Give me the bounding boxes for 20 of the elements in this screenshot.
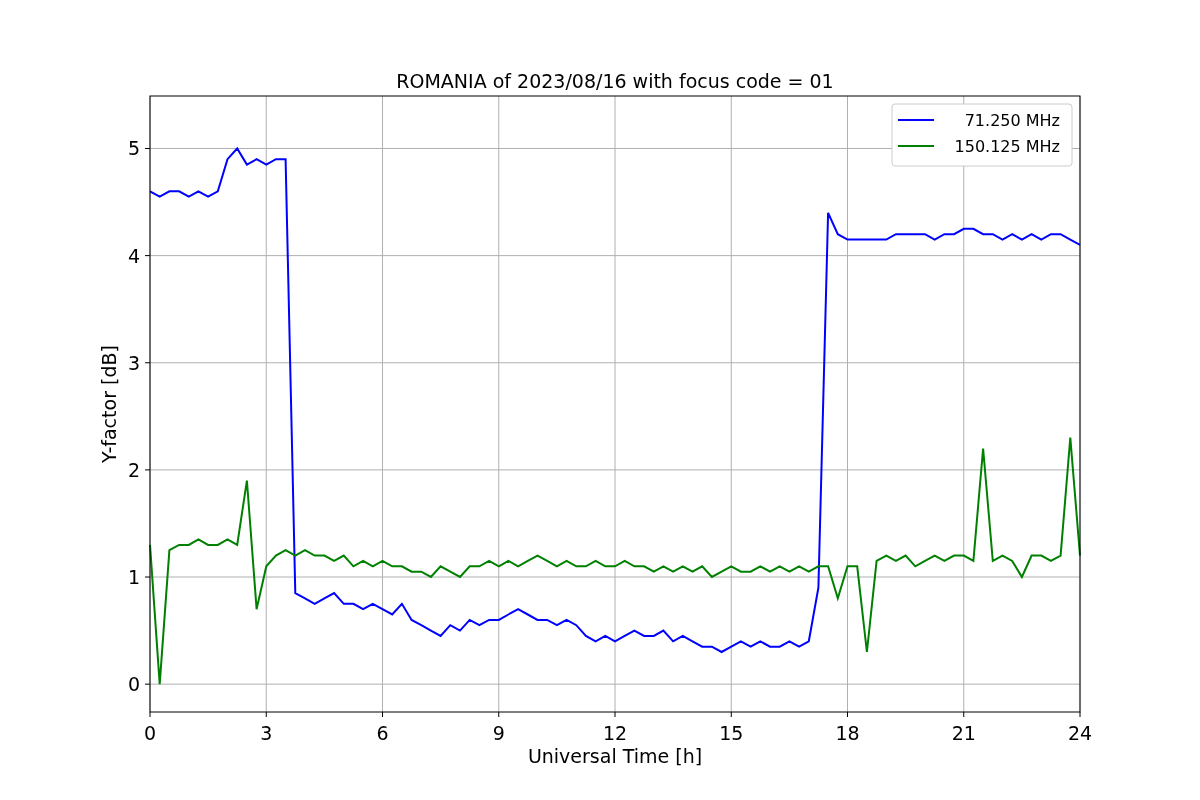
- x-tick-label: 24: [1067, 722, 1093, 744]
- y-tick-label: 0: [127, 673, 140, 696]
- x-tick-label: 6: [376, 722, 389, 744]
- x-axis-label: Universal Time [h]: [527, 745, 703, 767]
- x-tick-label: 18: [835, 722, 860, 744]
- legend-label: 71.250 MHz: [964, 111, 1060, 130]
- x-tick-label: 12: [602, 722, 628, 744]
- y-tick-label: 1: [127, 566, 140, 588]
- y-tick-label: 3: [127, 351, 140, 374]
- x-tick-label: 9: [492, 722, 505, 744]
- x-tick-label: 0: [143, 722, 157, 744]
- y-tick-label: 2: [127, 458, 140, 481]
- x-tick-label: 21: [951, 722, 976, 744]
- y-tick-label: 4: [127, 244, 140, 267]
- legend-label: 150.125 MHz: [954, 137, 1060, 156]
- x-tick-label: 15: [719, 722, 744, 744]
- chart-title: ROMANIA of 2023/08/16 with focus code = 01: [396, 70, 834, 92]
- y-tick-label: 5: [127, 137, 140, 160]
- x-tick-label: 3: [260, 722, 273, 744]
- y-axis-label: Y-factor [dB]: [98, 345, 120, 463]
